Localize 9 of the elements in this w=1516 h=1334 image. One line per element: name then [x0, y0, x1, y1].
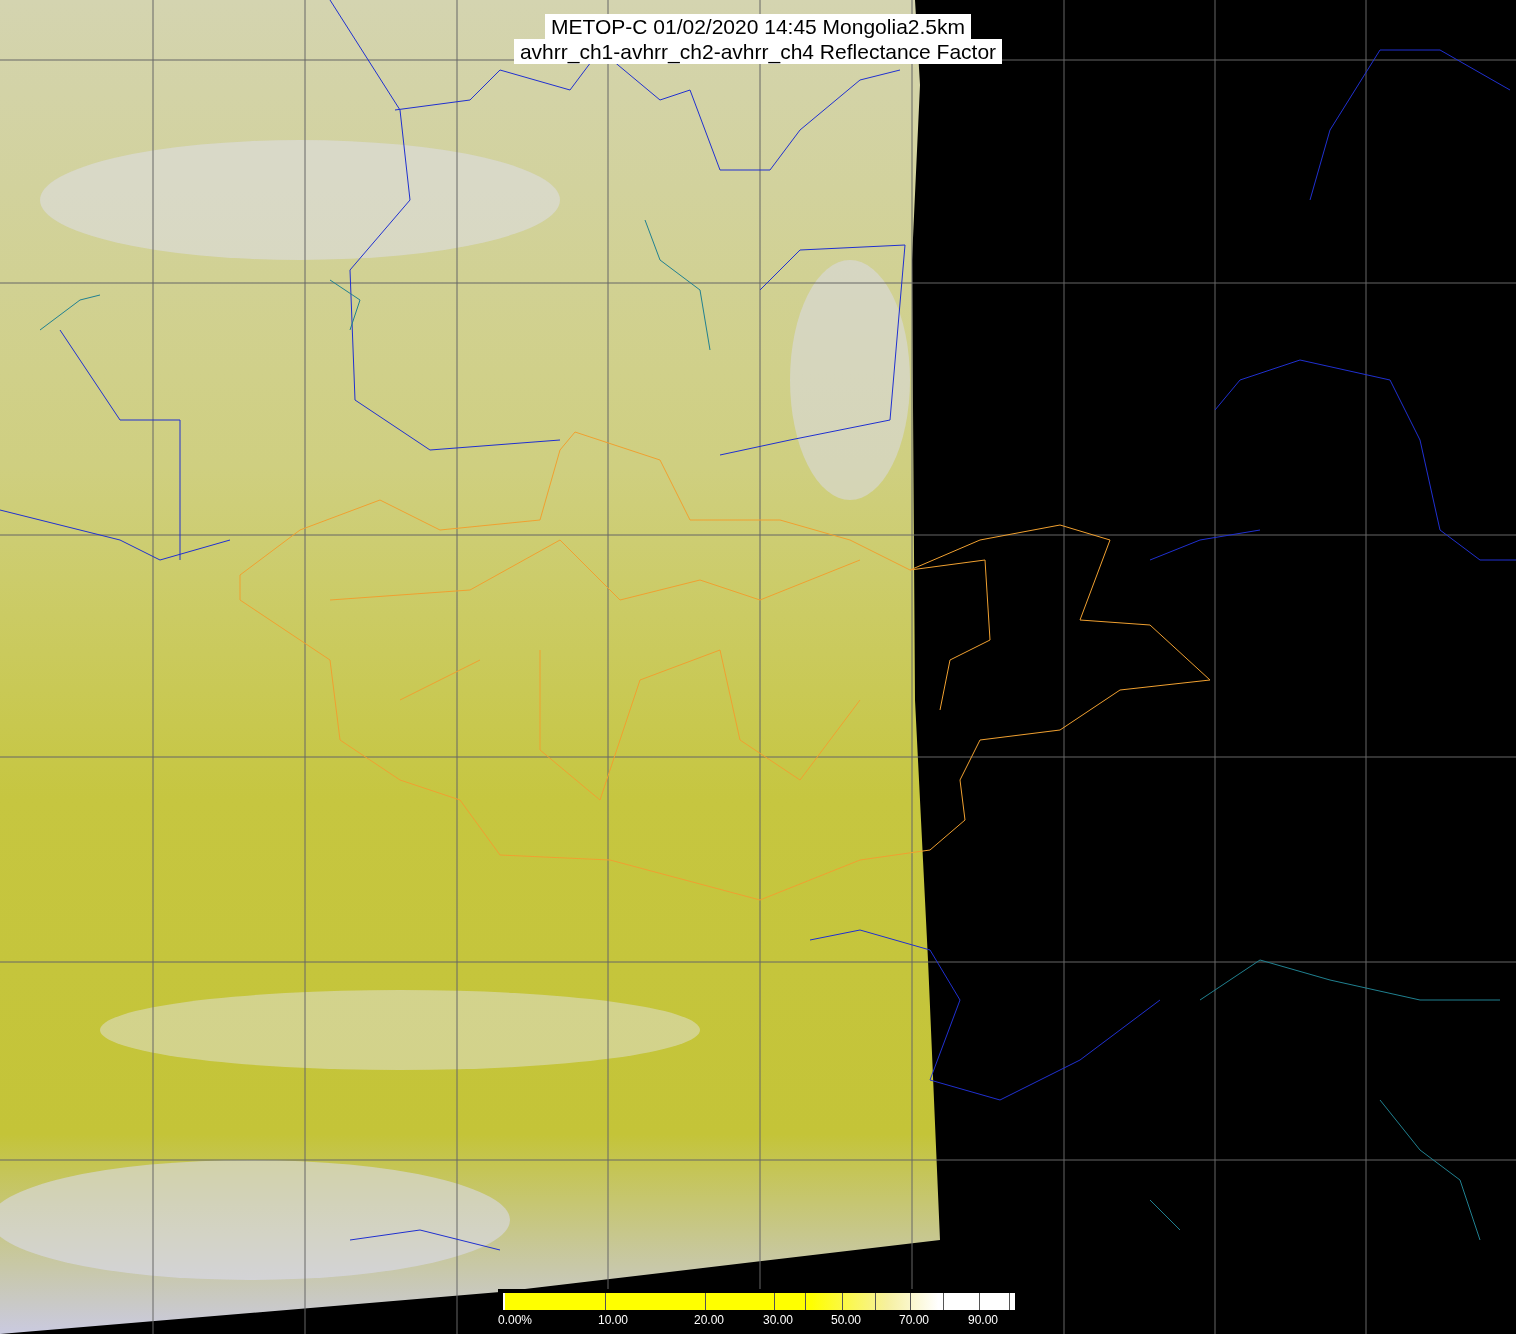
map-title: METOP-C 01/02/2020 14:45 Mongolia2.5km [545, 14, 971, 39]
scale-label: 30.00 [763, 1313, 794, 1327]
scale-label: 90.00 [968, 1313, 999, 1327]
scale-label: 70.00 [899, 1313, 930, 1327]
map-title: avhrr_ch1-avhrr_ch2-avhrr_ch4 Reflectance Factor [513, 39, 1003, 64]
scale-label: 20.00 [694, 1313, 725, 1327]
scale-label: 0.00% [498, 1313, 533, 1327]
scale-label: 50.00 [831, 1313, 862, 1327]
scale-label: 10.00 [598, 1313, 629, 1327]
